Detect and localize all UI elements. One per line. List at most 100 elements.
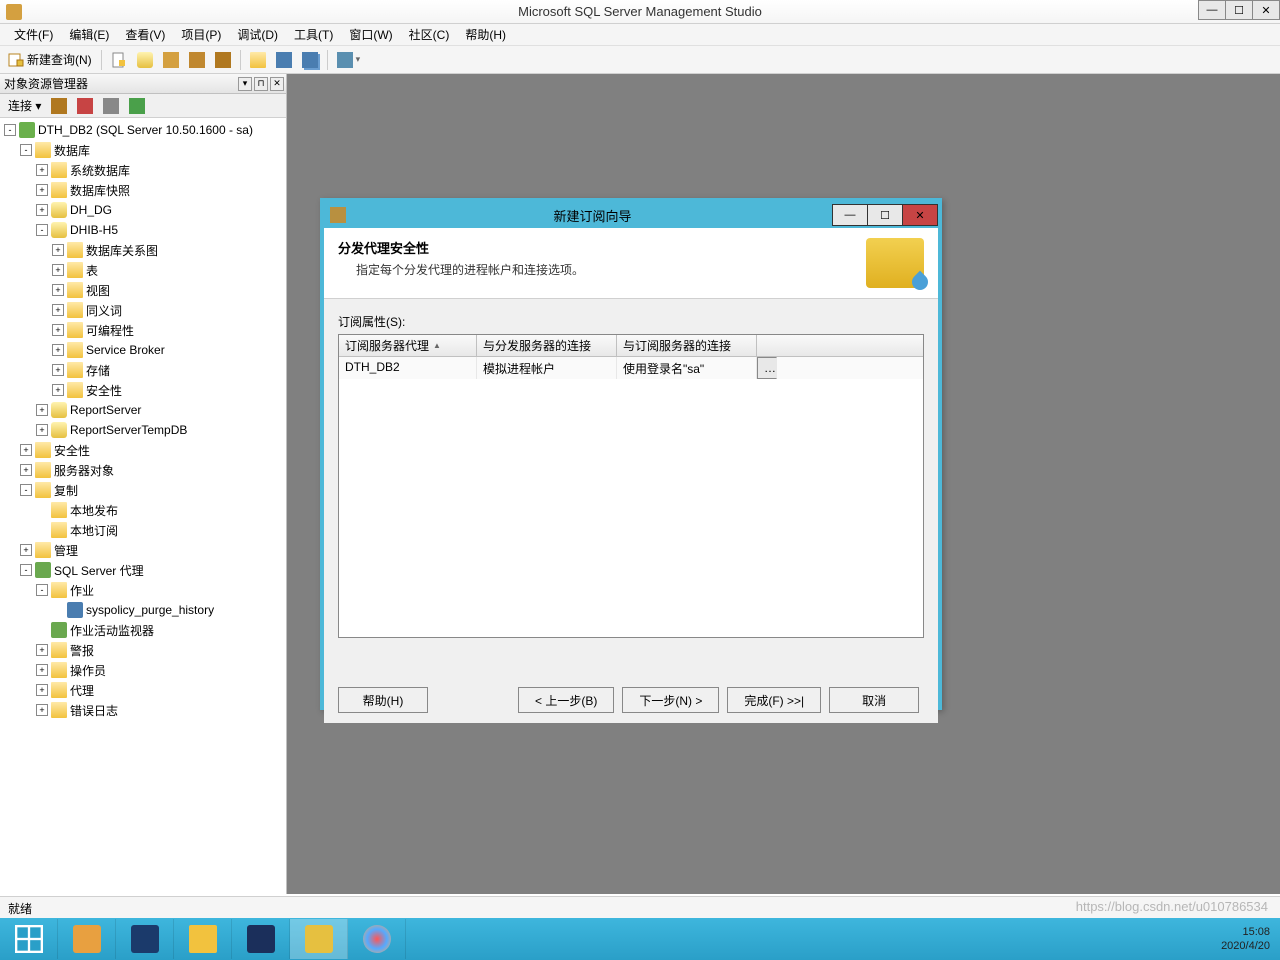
help-button[interactable]: 帮助(H) xyxy=(338,687,428,713)
tree-error-logs[interactable]: +错误日志 xyxy=(0,700,286,720)
tree-local-publications[interactable]: 本地发布 xyxy=(0,500,286,520)
maximize-button[interactable]: ☐ xyxy=(1225,0,1253,20)
expand-icon[interactable]: + xyxy=(36,664,48,676)
expand-icon[interactable]: + xyxy=(36,204,48,216)
back-button[interactable]: < 上一步(B) xyxy=(518,687,614,713)
tree-management[interactable]: +管理 xyxy=(0,540,286,560)
menu-edit[interactable]: 编辑(E) xyxy=(61,24,117,45)
menu-project[interactable]: 项目(P) xyxy=(173,24,229,45)
collapse-icon[interactable]: - xyxy=(36,584,48,596)
task-paint[interactable] xyxy=(348,919,406,959)
expand-icon[interactable]: + xyxy=(36,404,48,416)
next-button[interactable]: 下一步(N) > xyxy=(622,687,719,713)
tree-diagrams[interactable]: +数据库关系图 xyxy=(0,240,286,260)
tb-new-file[interactable] xyxy=(107,49,131,71)
tree-report-server-temp[interactable]: +ReportServerTempDB xyxy=(0,420,286,440)
expand-icon[interactable]: + xyxy=(52,304,64,316)
task-shell[interactable] xyxy=(232,919,290,959)
tb-analysis[interactable] xyxy=(159,49,183,71)
system-clock[interactable]: 15:08 2020/4/20 xyxy=(1211,923,1280,956)
panel-close[interactable]: ✕ xyxy=(270,77,284,91)
tb-mdx[interactable] xyxy=(185,49,209,71)
col-subscriber-conn[interactable]: 与订阅服务器的连接 xyxy=(617,335,757,356)
expand-icon[interactable]: + xyxy=(36,424,48,436)
collapse-icon[interactable]: - xyxy=(36,224,48,236)
dialog-close[interactable]: ✕ xyxy=(902,204,938,226)
tree-db-dhdg[interactable]: +DH_DG xyxy=(0,200,286,220)
tree-synonyms[interactable]: +同义词 xyxy=(0,300,286,320)
tb-activity[interactable] xyxy=(333,49,357,71)
tb-filter[interactable] xyxy=(99,95,123,117)
tb-save-all[interactable] xyxy=(298,49,322,71)
dialog-titlebar[interactable]: 新建订阅向导 — ☐ ✕ xyxy=(324,202,938,228)
tb-stop[interactable] xyxy=(73,95,97,117)
menu-community[interactable]: 社区(C) xyxy=(401,24,458,45)
col-subscriber-agent[interactable]: 订阅服务器代理▲ xyxy=(339,335,477,356)
tb-refresh[interactable] xyxy=(125,95,149,117)
tree-job-monitor[interactable]: 作业活动监视器 xyxy=(0,620,286,640)
menu-tools[interactable]: 工具(T) xyxy=(286,24,341,45)
expand-icon[interactable]: + xyxy=(52,384,64,396)
expand-icon[interactable]: + xyxy=(52,324,64,336)
tb-db-engine[interactable] xyxy=(133,49,157,71)
minimize-button[interactable]: — xyxy=(1198,0,1226,20)
menu-view[interactable]: 查看(V) xyxy=(117,24,173,45)
expand-icon[interactable]: + xyxy=(52,364,64,376)
tree-db-security[interactable]: +安全性 xyxy=(0,380,286,400)
expand-icon[interactable]: + xyxy=(20,544,32,556)
connect-dropdown[interactable]: 连接 ▾ xyxy=(4,95,45,117)
tree-server-root[interactable]: -DTH_DB2 (SQL Server 10.50.1600 - sa) xyxy=(0,120,286,140)
tb-save[interactable] xyxy=(272,49,296,71)
expand-icon[interactable]: + xyxy=(20,444,32,456)
tree-jobs[interactable]: -作业 xyxy=(0,580,286,600)
cancel-button[interactable]: 取消 xyxy=(829,687,919,713)
panel-pin[interactable]: ⊓ xyxy=(254,77,268,91)
tree-service-broker[interactable]: +Service Broker xyxy=(0,340,286,360)
expand-icon[interactable]: + xyxy=(36,184,48,196)
subscription-grid[interactable]: 订阅服务器代理▲ 与分发服务器的连接 与订阅服务器的连接 DTH_DB2 模拟进… xyxy=(338,334,924,638)
collapse-icon[interactable]: - xyxy=(20,484,32,496)
tree-proxies[interactable]: +代理 xyxy=(0,680,286,700)
menu-debug[interactable]: 调试(D) xyxy=(229,24,286,45)
finish-button[interactable]: 完成(F) >>| xyxy=(727,687,821,713)
ellipsis-button[interactable]: … xyxy=(757,357,777,379)
new-query-button[interactable]: 新建查询(N) xyxy=(4,49,96,71)
dialog-minimize[interactable]: — xyxy=(832,204,868,226)
col-distributor-conn[interactable]: 与分发服务器的连接 xyxy=(477,335,617,356)
expand-icon[interactable]: + xyxy=(52,344,64,356)
start-button[interactable] xyxy=(0,919,58,959)
tree-operators[interactable]: +操作员 xyxy=(0,660,286,680)
expand-icon[interactable]: + xyxy=(52,244,64,256)
tree-replication[interactable]: -复制 xyxy=(0,480,286,500)
expand-icon[interactable]: + xyxy=(52,264,64,276)
tree-security[interactable]: +安全性 xyxy=(0,440,286,460)
task-powershell[interactable] xyxy=(116,919,174,959)
panel-dropdown[interactable]: ▾ xyxy=(238,77,252,91)
tree-tables[interactable]: +表 xyxy=(0,260,286,280)
expand-icon[interactable]: + xyxy=(36,644,48,656)
tree-alerts[interactable]: +警报 xyxy=(0,640,286,660)
tree-system-db[interactable]: +系统数据库 xyxy=(0,160,286,180)
expand-icon[interactable]: + xyxy=(52,284,64,296)
tree-storage[interactable]: +存储 xyxy=(0,360,286,380)
expand-icon[interactable]: + xyxy=(36,704,48,716)
tb-dmx[interactable] xyxy=(211,49,235,71)
tree-sql-agent[interactable]: -SQL Server 代理 xyxy=(0,560,286,580)
collapse-icon[interactable]: - xyxy=(4,124,16,136)
collapse-icon[interactable]: - xyxy=(20,144,32,156)
menu-file[interactable]: 文件(F) xyxy=(6,24,61,45)
grid-row[interactable]: DTH_DB2 模拟进程帐户 使用登录名"sa" … xyxy=(339,357,923,379)
menu-window[interactable]: 窗口(W) xyxy=(341,24,400,45)
tree-databases[interactable]: -数据库 xyxy=(0,140,286,160)
expand-icon[interactable]: + xyxy=(36,164,48,176)
tree-local-subscriptions[interactable]: 本地订阅 xyxy=(0,520,286,540)
task-server-manager[interactable] xyxy=(58,919,116,959)
dialog-maximize[interactable]: ☐ xyxy=(867,204,903,226)
collapse-icon[interactable]: - xyxy=(20,564,32,576)
task-ssms[interactable] xyxy=(290,919,348,959)
close-button[interactable]: ✕ xyxy=(1252,0,1280,20)
tree-views[interactable]: +视图 xyxy=(0,280,286,300)
tree-programmability[interactable]: +可编程性 xyxy=(0,320,286,340)
tree-server-objects[interactable]: +服务器对象 xyxy=(0,460,286,480)
expand-icon[interactable]: + xyxy=(36,684,48,696)
